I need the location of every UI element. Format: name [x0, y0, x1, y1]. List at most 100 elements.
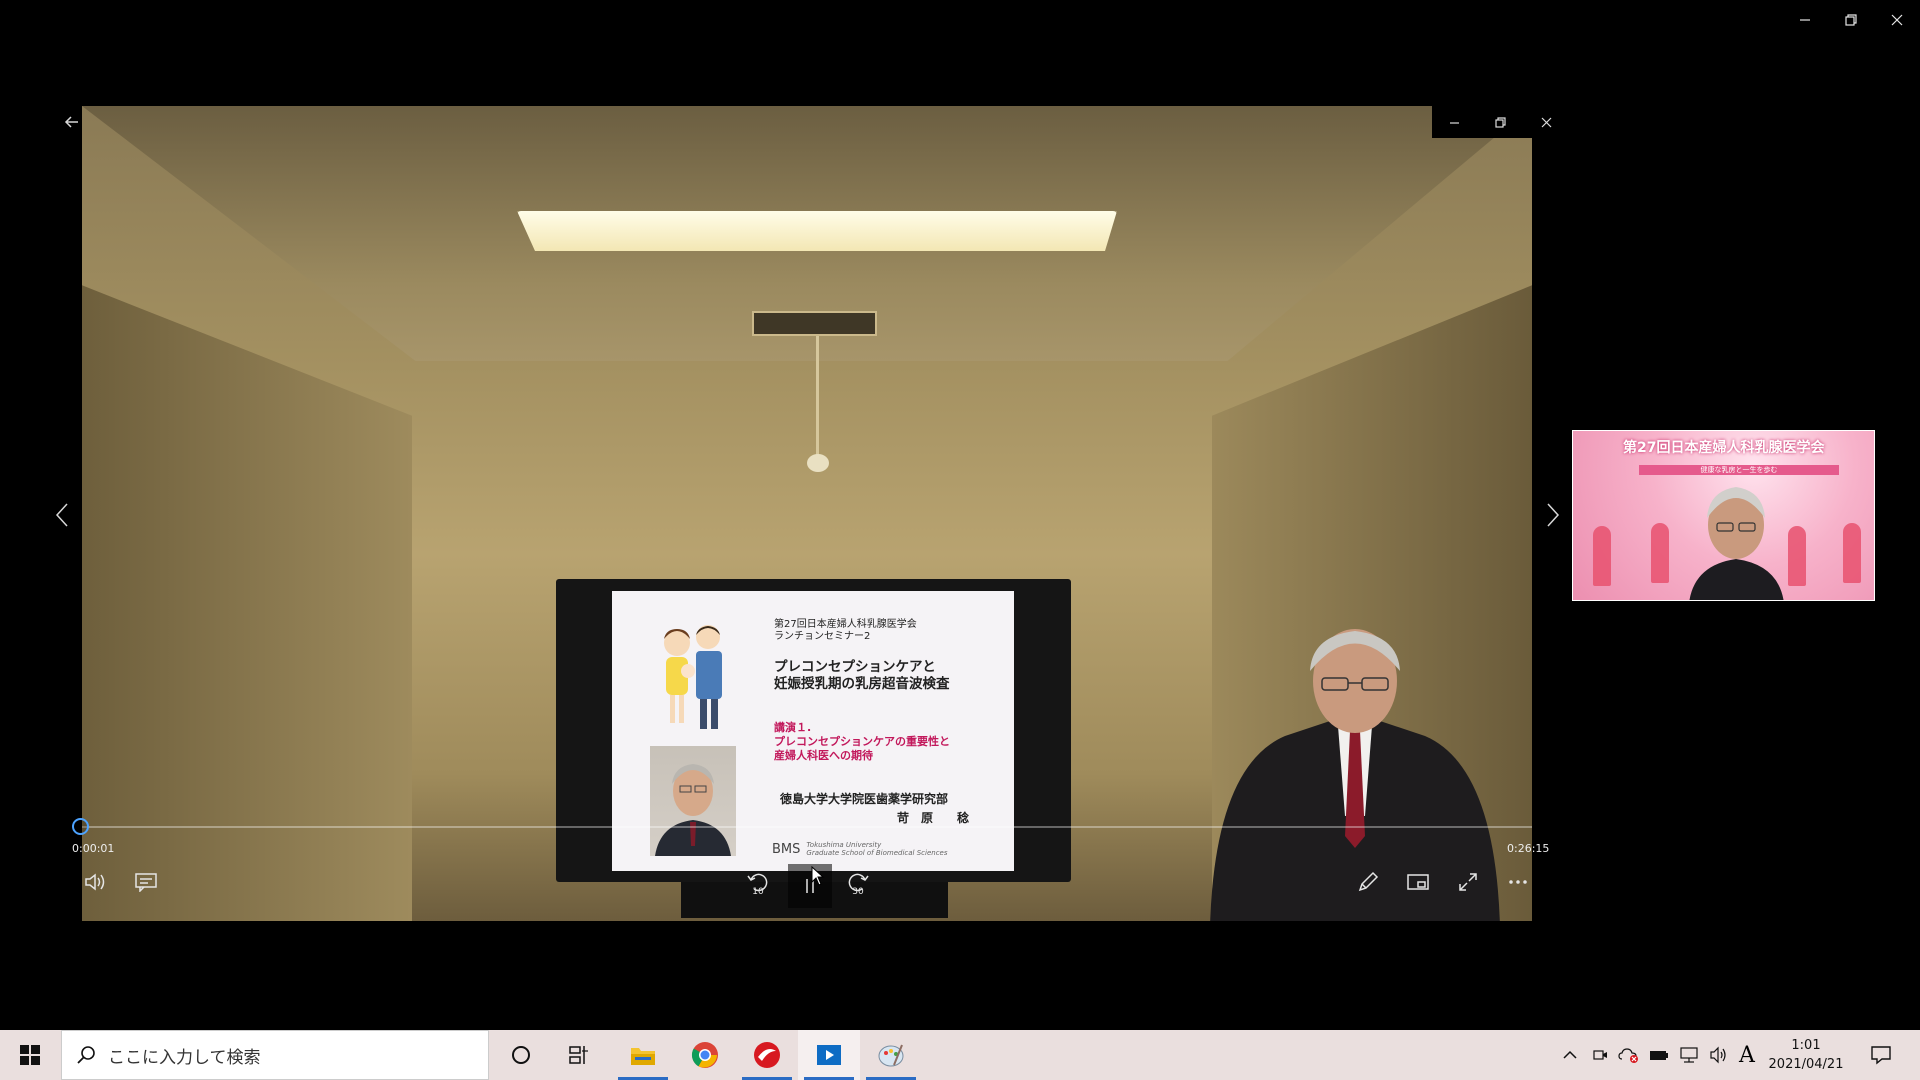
- slide-logo-sub2: Graduate School of Biomedical Sciences: [806, 849, 948, 857]
- close-icon: [1541, 117, 1552, 127]
- chevron-left-icon: [55, 503, 68, 527]
- volume-button[interactable]: [76, 864, 116, 900]
- slide-subtitle: 第27回日本産婦人科乳腺医学会 ランチョンセミナー2: [774, 619, 917, 643]
- windows-logo-icon: [20, 1045, 40, 1065]
- taskbar: ここに入力して検索 A 1:01 2021/04/21: [0, 1030, 1920, 1080]
- chevron-up-icon: [1563, 1050, 1577, 1059]
- cloud-error-icon: [1618, 1048, 1638, 1063]
- slide-subtitle-line2: ランチョンセミナー2: [774, 631, 871, 642]
- action-center-button[interactable]: [1858, 1030, 1904, 1080]
- network-tray[interactable]: [1676, 1030, 1702, 1080]
- taskbar-clock[interactable]: 1:01 2021/04/21: [1760, 1036, 1852, 1074]
- ime-indicator[interactable]: A: [1736, 1030, 1758, 1080]
- volume-tray[interactable]: [1706, 1030, 1732, 1080]
- family-illustration: [664, 625, 722, 729]
- pencil-icon: [1358, 871, 1379, 892]
- fullscreen-button[interactable]: [1448, 864, 1488, 900]
- volume-icon: [85, 873, 105, 891]
- antivirus-taskbar-button[interactable]: [736, 1030, 798, 1080]
- start-button[interactable]: [0, 1030, 60, 1080]
- slide-logo-text: BMS: [772, 841, 801, 857]
- skip-back-button[interactable]: 10: [738, 864, 778, 900]
- slide-logo-sub: Tokushima University Graduate School of …: [806, 841, 947, 857]
- cortana-button[interactable]: [490, 1030, 552, 1080]
- folder-icon: [631, 1048, 655, 1065]
- task-view-button[interactable]: [548, 1030, 610, 1080]
- edit-button[interactable]: [1348, 864, 1388, 900]
- battery-icon: [1650, 1051, 1668, 1060]
- seek-bar[interactable]: [82, 826, 1532, 828]
- pip-silhouette: [1843, 523, 1861, 583]
- video-frame[interactable]: 第27回日本産婦人科乳腺医学会 ランチョンセミナー2 プレコンセプションケアと …: [82, 106, 1532, 921]
- slide-lecture-line2: プレコンセプションケアの重要性と: [774, 735, 950, 748]
- show-hidden-icons-button[interactable]: [1558, 1030, 1582, 1080]
- paint-palette-icon: [878, 1044, 904, 1067]
- notification-icon: [1871, 1046, 1891, 1065]
- slide-logo: BMS Tokushima University Graduate School…: [772, 841, 948, 857]
- chrome-taskbar-button[interactable]: [674, 1030, 736, 1080]
- movies-tv-icon: [817, 1045, 841, 1065]
- video-vent: [752, 311, 877, 336]
- network-icon: [1680, 1047, 1698, 1063]
- window-close-button[interactable]: [1874, 0, 1920, 40]
- seek-thumb[interactable]: [72, 818, 89, 835]
- player-restore-button[interactable]: [1478, 106, 1524, 138]
- minimize-icon: [1800, 19, 1810, 21]
- player-minimize-button[interactable]: [1432, 106, 1478, 138]
- window-caption-buttons: [1782, 0, 1920, 40]
- pip-silhouette: [1593, 526, 1611, 586]
- battery-tray[interactable]: [1646, 1030, 1672, 1080]
- window-restore-button[interactable]: [1828, 0, 1874, 40]
- pip-thumbnail[interactable]: 第27回日本産婦人科乳腺医学会 健康な乳房と一生を歩む: [1572, 430, 1875, 601]
- play-pause-button[interactable]: [788, 864, 832, 908]
- trend-micro-icon: [754, 1042, 780, 1068]
- restore-icon: [1845, 14, 1857, 26]
- file-explorer-taskbar-button[interactable]: [612, 1030, 674, 1080]
- pip-silhouette: [1651, 523, 1669, 583]
- restore-icon: [1495, 116, 1506, 128]
- window-minimize-button[interactable]: [1782, 0, 1828, 40]
- taskbar-search-box[interactable]: ここに入力して検索: [61, 1030, 489, 1080]
- player-close-button[interactable]: [1523, 106, 1569, 138]
- pip-silhouette: [1788, 526, 1806, 586]
- search-icon: [77, 1046, 95, 1064]
- portrait-figure: [655, 764, 731, 856]
- player-caption-buttons: [1432, 106, 1569, 138]
- current-time: 0:00:01: [72, 842, 115, 855]
- chrome-icon: [691, 1042, 718, 1068]
- slide-lecture-line1: 講演１.: [774, 721, 812, 734]
- screen: 第27回日本産婦人科乳腺医学会 ランチョンセミナー2 プレコンセプションケアと …: [0, 0, 1920, 1030]
- slide-lecture: 講演１. プレコンセプションケアの重要性と 産婦人科医への期待: [774, 721, 950, 763]
- pip-banner: 第27回日本産婦人科乳腺医学会: [1623, 440, 1825, 456]
- chevron-right-icon: [1547, 503, 1560, 527]
- clock-time: 1:01: [1791, 1038, 1821, 1053]
- meet-now-tray[interactable]: [1588, 1030, 1612, 1080]
- captions-icon: [135, 873, 157, 892]
- slide-title-line1: プレコンセプションケアと: [774, 659, 936, 675]
- skip-forward-label: 30: [852, 887, 864, 897]
- slide-title: プレコンセプションケアと 妊娠授乳期の乳房超音波検査: [774, 659, 950, 693]
- slide-logo-sub1: Tokushima University: [806, 841, 882, 849]
- captions-button[interactable]: [126, 864, 166, 900]
- back-arrow-icon: [64, 116, 78, 128]
- total-time: 0:26:15: [1507, 842, 1550, 855]
- movies-tv-taskbar-button[interactable]: [798, 1030, 860, 1080]
- onedrive-tray[interactable]: [1616, 1030, 1642, 1080]
- more-options-button[interactable]: [1498, 864, 1538, 900]
- meet-now-icon: [1593, 1050, 1607, 1060]
- slide-speaker-name: 苛 原 稔: [897, 811, 970, 825]
- slide-subtitle-line1: 第27回日本産婦人科乳腺医学会: [774, 619, 917, 630]
- presentation-slide: 第27回日本産婦人科乳腺医学会 ランチョンセミナー2 プレコンセプションケアと …: [612, 591, 1014, 871]
- slide-lecture-line3: 産婦人科医への期待: [774, 749, 873, 762]
- close-icon: [1891, 14, 1903, 26]
- video-ceiling-light: [517, 211, 1117, 251]
- slide-title-line2: 妊娠授乳期の乳房超音波検査: [774, 676, 950, 692]
- previous-video-button[interactable]: [42, 495, 82, 535]
- next-video-button[interactable]: [1533, 495, 1573, 535]
- pip-speaker-figure: [1689, 487, 1784, 600]
- paint-taskbar-button[interactable]: [860, 1030, 922, 1080]
- skip-forward-button[interactable]: 30: [838, 864, 878, 900]
- mini-view-icon: [1407, 874, 1429, 890]
- mini-view-button[interactable]: [1398, 864, 1438, 900]
- more-icon: [1509, 880, 1527, 884]
